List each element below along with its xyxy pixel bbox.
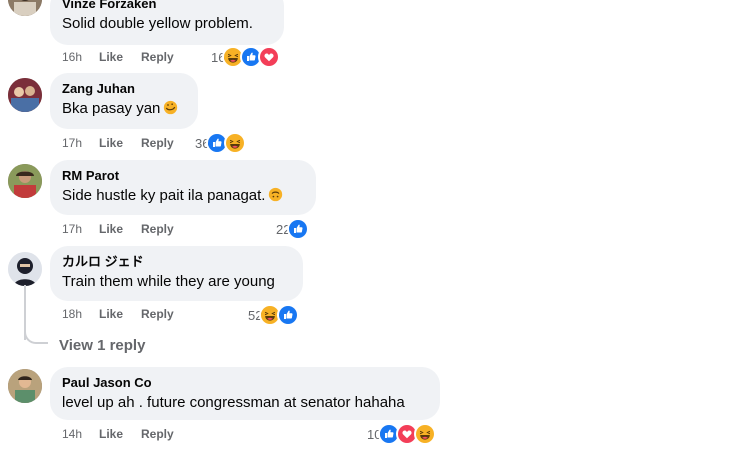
reaction-summary[interactable]: 16 bbox=[211, 46, 281, 68]
comment-author[interactable]: カルロ ジェド bbox=[62, 254, 291, 270]
view-replies-link[interactable]: View 1 reply bbox=[59, 337, 145, 354]
thread-connector bbox=[24, 320, 48, 344]
like-reaction-icon bbox=[277, 304, 300, 326]
haha-reaction-icon bbox=[414, 423, 437, 445]
like-button[interactable]: Like bbox=[99, 221, 141, 237]
reaction-summary[interactable]: 10 bbox=[367, 423, 437, 445]
comment-author[interactable]: Paul Jason Co bbox=[62, 375, 428, 391]
comment-text-body: Side hustle ky pait ila panagat. bbox=[62, 187, 266, 204]
comment-bubble: Zang Juhan Bka pasay yan bbox=[50, 73, 198, 129]
avatar[interactable] bbox=[8, 78, 42, 112]
haha-reaction-icon bbox=[224, 132, 247, 154]
comment-time[interactable]: 16h bbox=[62, 49, 99, 65]
comment-meta: 16h Like Reply bbox=[62, 49, 174, 65]
comment-author[interactable]: Zang Juhan bbox=[62, 81, 186, 97]
comment-author[interactable]: Vinze Forzaken bbox=[62, 0, 272, 12]
rolling-laugh-emoji-icon bbox=[164, 100, 178, 115]
reaction-summary[interactable]: 52 bbox=[248, 304, 300, 326]
avatar[interactable] bbox=[8, 252, 42, 286]
comment-bubble: RM Parot Side hustle ky pait ila panagat… bbox=[50, 160, 316, 215]
upside-down-face-emoji-icon bbox=[269, 187, 283, 202]
comment-time[interactable]: 14h bbox=[62, 426, 99, 442]
reply-button[interactable]: Reply bbox=[141, 426, 174, 442]
comment-time[interactable]: 17h bbox=[62, 135, 99, 151]
comment-time[interactable]: 18h bbox=[62, 306, 99, 322]
comment-text: Train them while they are young bbox=[62, 273, 275, 290]
reply-button[interactable]: Reply bbox=[141, 306, 174, 322]
love-reaction-icon bbox=[258, 46, 281, 68]
comment-meta: 18h Like Reply bbox=[62, 306, 174, 322]
like-button[interactable]: Like bbox=[99, 135, 141, 151]
comment-text: Bka pasay yan bbox=[62, 99, 186, 119]
comment-meta: 17h Like Reply bbox=[62, 221, 174, 237]
reaction-summary[interactable]: 22 bbox=[276, 218, 310, 240]
comment-text: Solid double yellow problem. bbox=[62, 15, 253, 32]
avatar[interactable] bbox=[8, 164, 42, 198]
comment-meta: 17h Like Reply bbox=[62, 135, 174, 151]
like-button[interactable]: Like bbox=[99, 49, 141, 65]
reply-button[interactable]: Reply bbox=[141, 221, 174, 237]
comment-bubble: Paul Jason Co level up ah . future congr… bbox=[50, 367, 440, 420]
like-reaction-icon bbox=[287, 218, 310, 240]
comment-author[interactable]: RM Parot bbox=[62, 168, 304, 184]
avatar[interactable] bbox=[8, 0, 42, 16]
comment-bubble: Vinze Forzaken Solid double yellow probl… bbox=[50, 0, 284, 45]
like-button[interactable]: Like bbox=[99, 306, 141, 322]
reply-button[interactable]: Reply bbox=[141, 49, 174, 65]
comment-meta: 14h Like Reply bbox=[62, 426, 174, 442]
reply-button[interactable]: Reply bbox=[141, 135, 174, 151]
comment-time[interactable]: 17h bbox=[62, 221, 99, 237]
avatar[interactable] bbox=[8, 369, 42, 403]
comment-text-body: Bka pasay yan bbox=[62, 100, 161, 117]
like-button[interactable]: Like bbox=[99, 426, 141, 442]
comment-text: level up ah . future congressman at sena… bbox=[62, 394, 405, 411]
comment-text: Side hustle ky pait ila panagat. bbox=[62, 186, 304, 206]
reaction-summary[interactable]: 36 bbox=[195, 132, 247, 154]
comment-bubble: カルロ ジェド Train them while they are young bbox=[50, 246, 303, 301]
